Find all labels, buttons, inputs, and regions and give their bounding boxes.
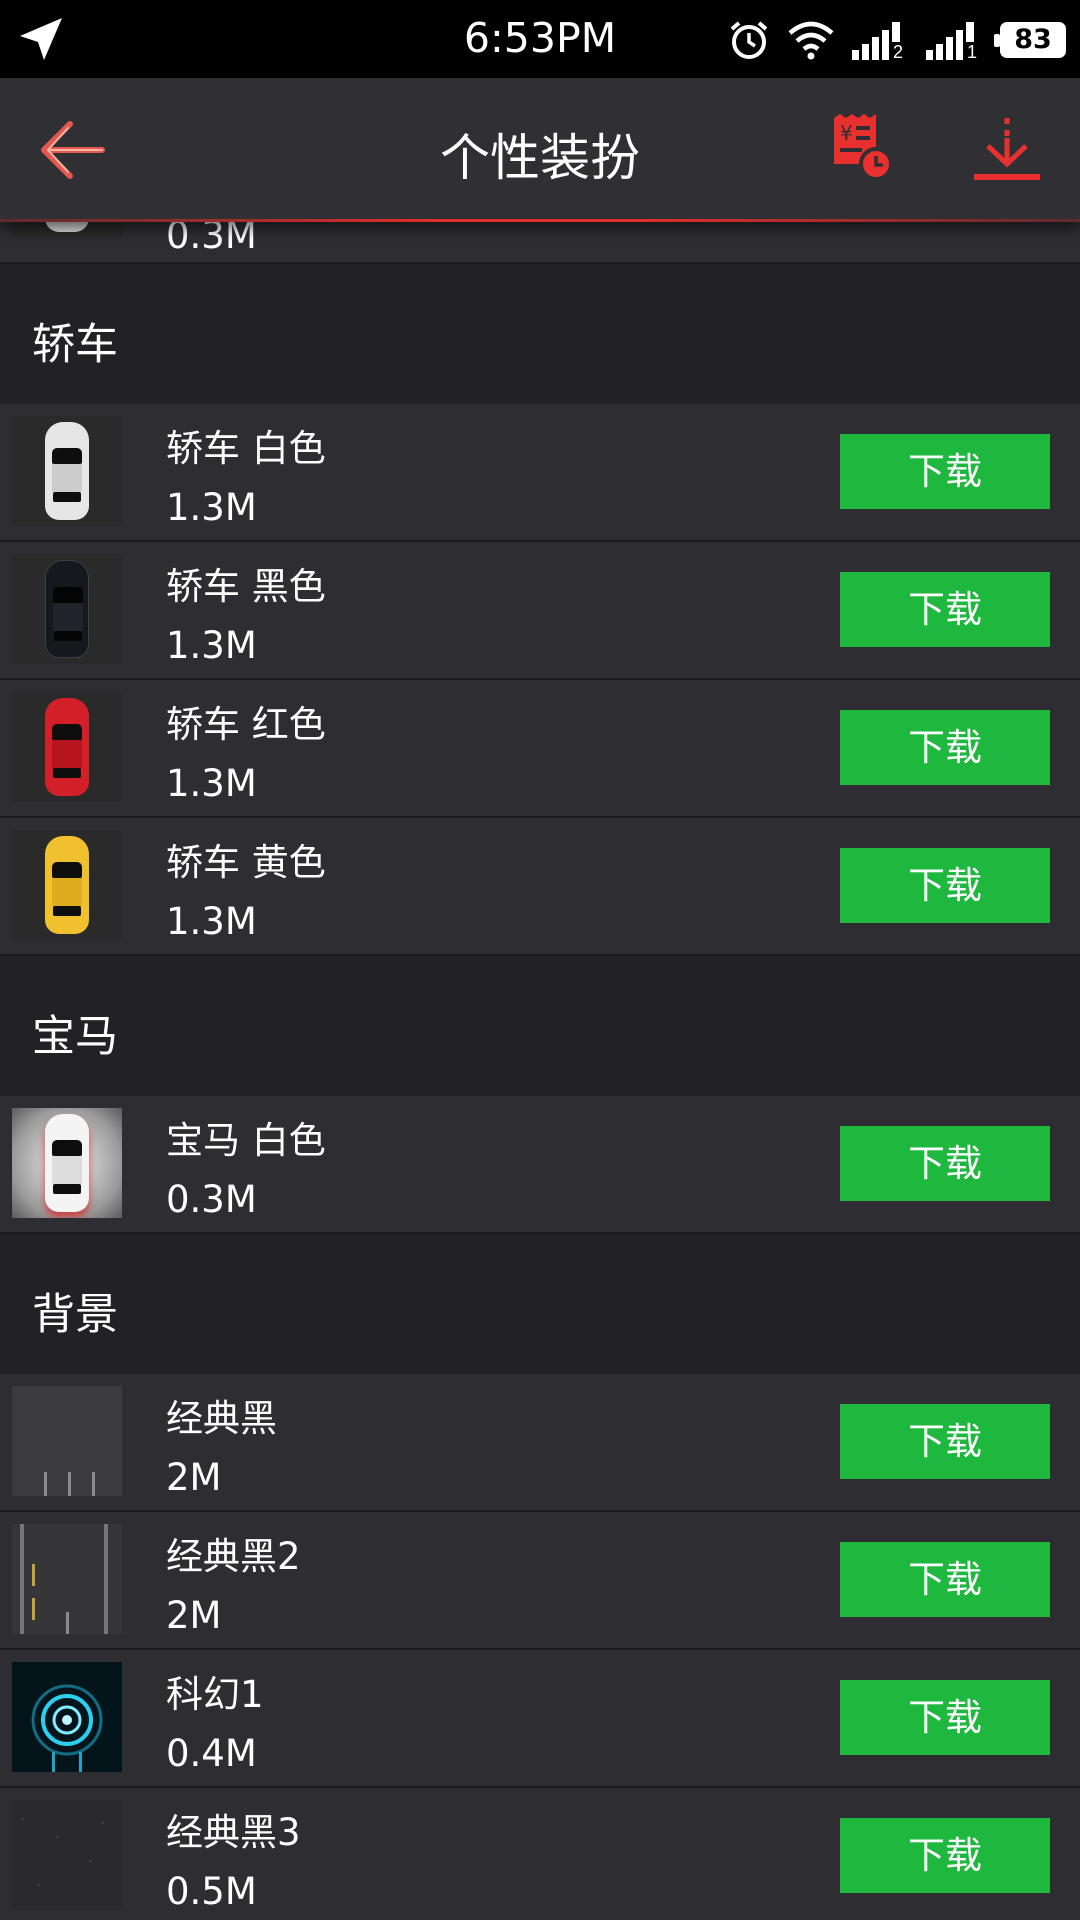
item-thumbnail [12,1524,122,1634]
list-item: 经典黑 2M 下载 [0,1374,1080,1512]
item-name: 轿车 黑色 [166,565,326,608]
svg-text:1: 1 [967,42,977,60]
download-button[interactable]: 下载 [840,434,1050,509]
download-button[interactable]: 下载 [840,848,1050,923]
car-thumbnail-icon [45,836,89,934]
item-name: 轿车 白色 [166,427,326,470]
item-thumbnail [12,1662,122,1772]
list-item: 轿车 黄色 1.3M 下载 [0,818,1080,956]
item-thumbnail [12,1386,122,1496]
item-name: 宝马 白色 [166,1119,326,1162]
list-item: 科幻1 0.4M 下载 [0,1650,1080,1788]
road-thumbnail-icon [12,1386,122,1496]
list-item: 经典黑2 2M 下载 [0,1512,1080,1650]
alarm-icon [730,21,768,59]
car-thumbnail-icon [45,1114,89,1212]
item-thumbnail [12,416,122,526]
item-name: 轿车 红色 [166,703,326,746]
section-header-bmw: 宝马 [0,956,1080,1096]
car-thumbnail-icon [45,422,89,520]
download-button[interactable]: 下载 [840,1404,1050,1479]
section-title: 轿车 [32,320,118,370]
item-name: 科幻1 [166,1673,264,1716]
content-list[interactable]: 0.3M 下载 轿车 轿车 白色 1.3M 下载 轿车 黑色 1.3M 下载 [0,118,1080,1920]
bill-history-icon[interactable]: ¥ [832,114,894,182]
download-button[interactable]: 下载 [840,1126,1050,1201]
section-header-background: 背景 [0,1234,1080,1374]
car-thumbnail-icon [45,560,89,658]
item-name: 经典黑2 [166,1535,301,1578]
download-button[interactable]: 下载 [840,1680,1050,1755]
item-name: 轿车 黄色 [166,841,326,884]
item-thumbnail [12,830,122,940]
battery-icon: 83 [994,22,1066,58]
svg-text:¥: ¥ [840,121,853,145]
section-title: 宝马 [32,1012,118,1062]
scifi-thumbnail-icon [12,1662,122,1772]
item-thumbnail [12,554,122,664]
texture-thumbnail-icon [12,1800,122,1910]
status-bar: 6:53PM 2 1 83 [0,0,1080,78]
item-size: 2M [166,1594,222,1637]
svg-text:2: 2 [893,42,903,60]
item-thumbnail [12,692,122,802]
item-size: 1.3M [166,486,257,529]
road-thumbnail-icon [12,1524,122,1634]
page-title: 个性装扮 [440,129,640,187]
signal-sim1-icon: 1 [926,22,980,60]
item-size: 2M [166,1456,222,1499]
status-icons: 2 1 83 [728,18,1066,62]
download-button[interactable]: 下载 [840,1542,1050,1617]
item-name: 经典黑3 [166,1811,301,1854]
item-thumbnail [12,1800,122,1910]
list-item: 轿车 红色 1.3M 下载 [0,680,1080,818]
list-item: 轿车 白色 1.3M 下载 [0,404,1080,542]
item-size: 1.3M [166,762,257,805]
signal-sim2-icon: 2 [852,22,906,60]
download-button[interactable]: 下载 [840,1818,1050,1893]
item-thumbnail [12,1108,122,1218]
item-name: 经典黑 [166,1397,277,1440]
item-size: 1.3M [166,900,257,943]
item-size: 0.5M [166,1870,257,1913]
download-icon[interactable] [972,116,1042,184]
item-size: 0.4M [166,1732,257,1775]
list-item: 轿车 黑色 1.3M 下载 [0,542,1080,680]
app-header: 个性装扮 ¥ [0,78,1080,222]
list-item: 经典黑3 0.5M 下载 [0,1788,1080,1920]
section-title: 背景 [32,1290,118,1340]
list-item: 宝马 白色 0.3M 下载 [0,1096,1080,1234]
download-button[interactable]: 下载 [840,572,1050,647]
item-size: 1.3M [166,624,257,667]
car-thumbnail-icon [45,698,89,796]
download-button[interactable]: 下载 [840,710,1050,785]
wifi-icon [788,21,834,60]
section-header-sedan: 轿车 [0,264,1080,404]
item-size: 0.3M [166,1178,257,1221]
